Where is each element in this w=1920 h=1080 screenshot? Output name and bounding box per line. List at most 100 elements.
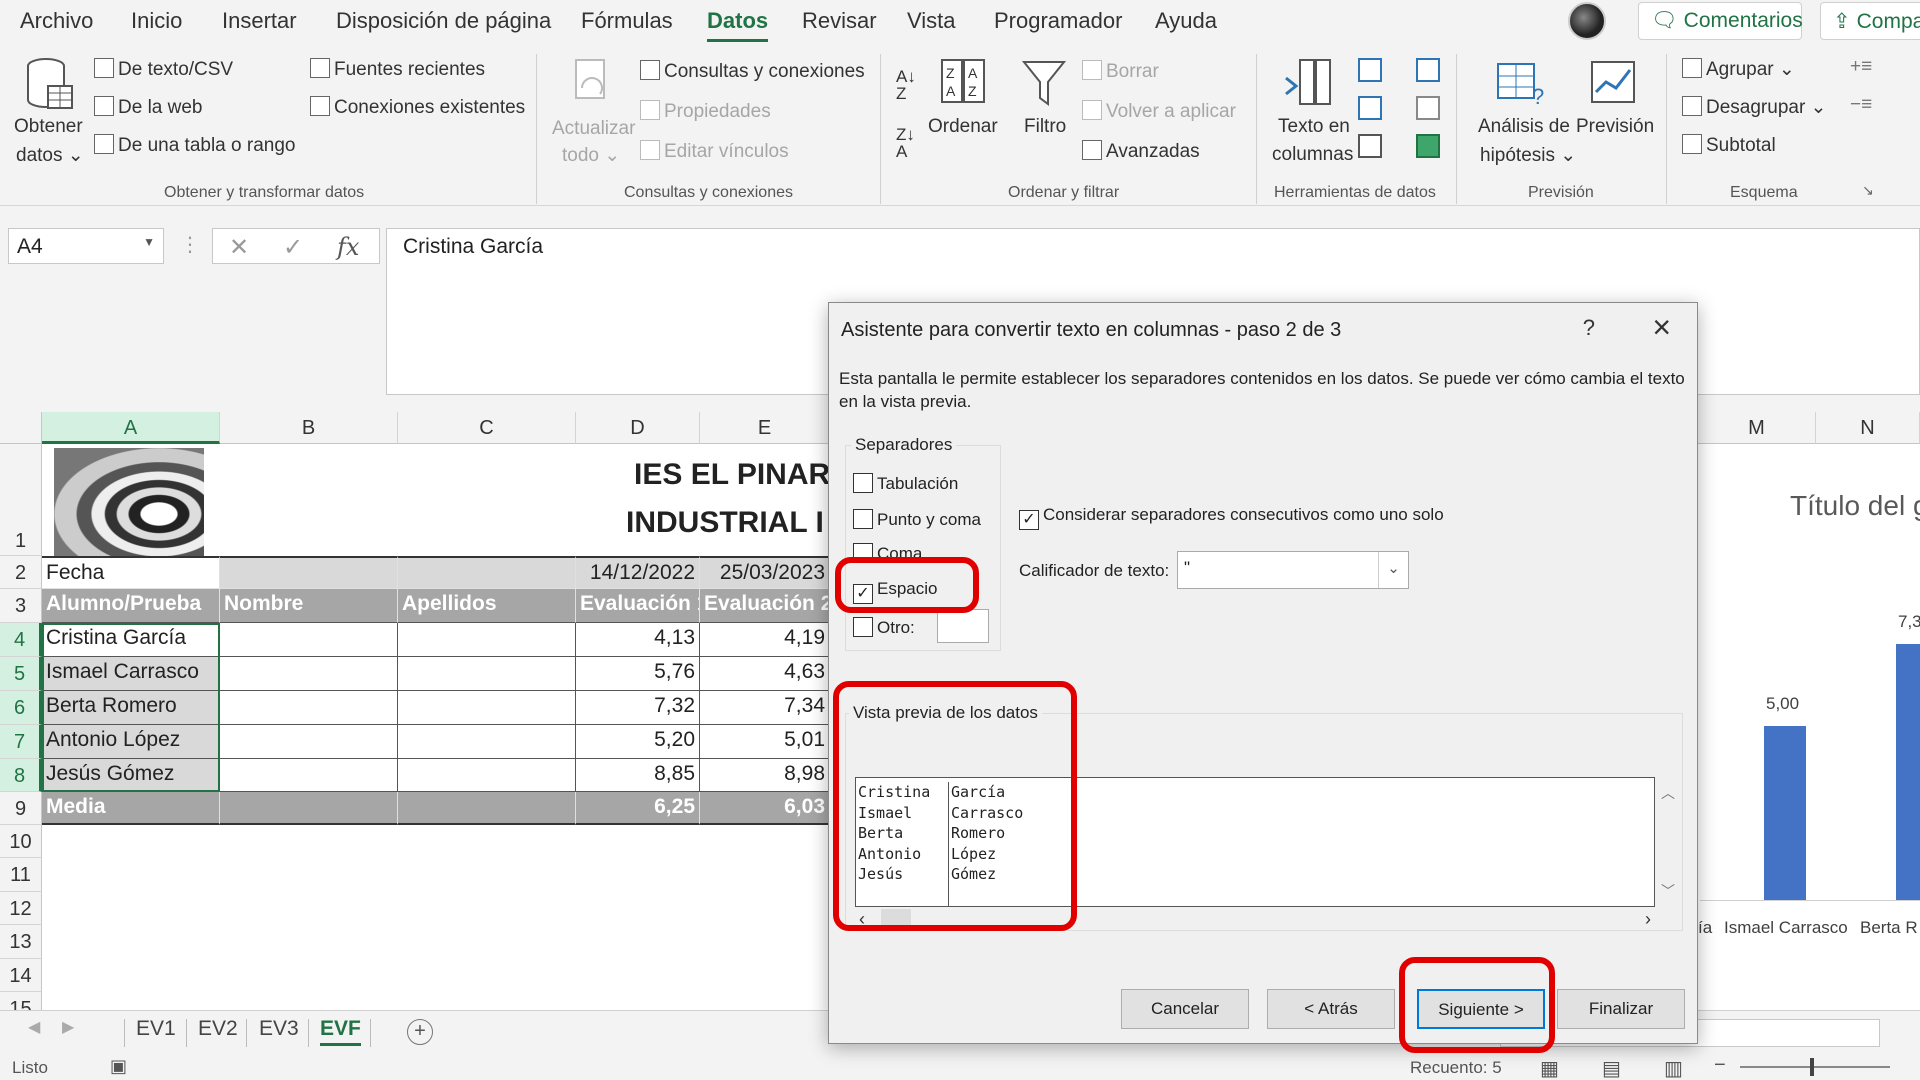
preview-column-2[interactable]: García Carrasco Romero López Gómez (949, 782, 1099, 885)
cell-b7[interactable] (220, 725, 398, 759)
checkbox-box[interactable] (853, 543, 873, 563)
recent-sources-button[interactable]: Fuentes recientes (310, 58, 485, 81)
add-sheet-icon[interactable]: + (407, 1019, 433, 1045)
row-header-1[interactable]: 1 (0, 444, 42, 556)
edit-links-button[interactable]: Editar vínculos (640, 140, 789, 163)
zoom-out-icon[interactable]: − (1714, 1054, 1726, 1077)
menu-ayuda[interactable]: Ayuda (1155, 8, 1217, 34)
clear-button[interactable]: Borrar (1082, 60, 1159, 83)
cell-c7[interactable] (398, 725, 576, 759)
cell-b4[interactable] (220, 623, 398, 657)
get-data-label2[interactable]: datos ⌄ (16, 144, 84, 167)
student-e1[interactable]: 4,13 (576, 623, 700, 657)
col-header-m[interactable]: M (1698, 412, 1816, 444)
scroll-thumb[interactable] (881, 909, 911, 931)
col-header-d[interactable]: D (576, 412, 700, 444)
queries-button[interactable]: Consultas y conexiones (640, 60, 865, 83)
remove-duplicates-icon[interactable] (1358, 96, 1382, 120)
preview-horizontal-scrollbar[interactable]: ‹ › (855, 907, 1655, 933)
header-evaluacion1[interactable]: Evaluación 1 (576, 589, 700, 623)
preview-column-1[interactable]: Cristina Ismael Berta Antonio Jesús (856, 782, 949, 906)
chart-title[interactable]: Título del g (1790, 490, 1920, 522)
cell-date1[interactable]: 14/12/2022 (576, 556, 700, 589)
row-header-8[interactable]: 8 (0, 759, 42, 792)
chart-bar[interactable] (1764, 726, 1806, 900)
existing-connections-button[interactable]: Conexiones existentes (310, 96, 525, 119)
menu-archivo[interactable]: Archivo (20, 8, 93, 34)
enter-icon[interactable]: ✓ (283, 233, 303, 262)
properties-button[interactable]: Propiedades (640, 100, 771, 123)
more-icon[interactable]: ⋮ (180, 232, 200, 257)
checkbox-box[interactable] (853, 617, 873, 637)
media-e1[interactable]: 6,25 (576, 792, 700, 825)
cell-c4[interactable] (398, 623, 576, 657)
macro-record-icon[interactable]: ▣ (110, 1056, 127, 1077)
student-name[interactable]: Berta Romero (42, 691, 220, 725)
reapply-button[interactable]: Volver a aplicar (1082, 100, 1236, 123)
text-to-columns-label1[interactable]: Texto en (1278, 116, 1350, 138)
row-header-11[interactable]: 11 (0, 858, 42, 892)
subtotal-button[interactable]: Subtotal (1682, 134, 1776, 157)
from-web-button[interactable]: De la web (94, 96, 203, 119)
menu-programador[interactable]: Programador (994, 8, 1122, 34)
tab-ev1[interactable]: EV1 (136, 1017, 176, 1041)
comma-checkbox[interactable]: Coma (853, 543, 922, 563)
menu-disposicion[interactable]: Disposición de página (336, 8, 551, 34)
row-header-12[interactable]: 12 (0, 892, 42, 925)
header-apellidos[interactable]: Apellidos (398, 589, 576, 623)
cell-b5[interactable] (220, 657, 398, 691)
close-icon[interactable]: × (1652, 309, 1671, 346)
cancel-icon[interactable]: ✕ (229, 233, 249, 262)
row-header-4[interactable]: 4 (0, 623, 42, 657)
menu-insertar[interactable]: Insertar (222, 8, 297, 34)
consecutive-checkbox[interactable]: ✓ Considerar separadores consecutivos com… (1019, 505, 1444, 530)
checkmark-icon[interactable]: ✓ (1019, 510, 1039, 530)
semicolon-checkbox[interactable]: Punto y coma (853, 509, 981, 530)
row-header-6[interactable]: 6 (0, 691, 42, 725)
row-header-5[interactable]: 5 (0, 657, 42, 691)
row-header-2[interactable]: 2 (0, 556, 42, 589)
checkmark-icon[interactable]: ✓ (853, 584, 873, 604)
tab-checkbox[interactable]: Tabulación (853, 473, 958, 494)
chevron-down-icon[interactable]: ﹀ (1661, 881, 1675, 901)
forecast-button[interactable]: Previsión (1576, 116, 1654, 138)
back-button[interactable]: < Atrás (1267, 989, 1395, 1029)
refresh-label1[interactable]: Actualizar (552, 118, 635, 140)
tab-evf[interactable]: EVF (320, 1017, 361, 1046)
checkbox-box[interactable] (853, 473, 873, 493)
student-e2[interactable]: 5,01 (700, 725, 830, 759)
media-e2[interactable]: 6,03 (700, 792, 830, 825)
row-header-7[interactable]: 7 (0, 725, 42, 759)
sort-button[interactable]: Ordenar (928, 116, 998, 138)
from-table-button[interactable]: De una tabla o rango (94, 134, 295, 157)
row-header-10[interactable]: 10 (0, 825, 42, 858)
cell-b9[interactable] (220, 792, 398, 825)
chevron-down-icon[interactable]: ⌄ (1378, 552, 1408, 588)
tab-scroll-left-icon[interactable]: ◀ (28, 1017, 40, 1037)
qualifier-select[interactable]: " ⌄ (1177, 551, 1409, 589)
refresh-label2[interactable]: todo ⌄ (562, 144, 620, 167)
select-all-corner[interactable] (0, 412, 42, 444)
cancel-button[interactable]: Cancelar (1121, 989, 1249, 1029)
cell-date2[interactable]: 25/03/2023 (700, 556, 830, 589)
preview-vertical-scrollbar[interactable]: ︿ ﹀ (1655, 777, 1681, 907)
other-separator-input[interactable] (937, 609, 989, 643)
zoom-slider[interactable] (1740, 1066, 1890, 1068)
chevron-left-icon[interactable]: ‹ (859, 909, 865, 930)
consolidate-icon[interactable] (1416, 58, 1440, 82)
flash-fill-icon[interactable] (1358, 58, 1382, 82)
chevron-down-icon[interactable]: ▼ (143, 235, 155, 249)
student-e2[interactable]: 4,63 (700, 657, 830, 691)
col-header-n[interactable]: N (1816, 412, 1920, 444)
data-preview[interactable]: Cristina Ismael Berta Antonio Jesús Garc… (855, 777, 1655, 907)
student-name[interactable]: Jesús Gómez (42, 759, 220, 792)
cell-c8[interactable] (398, 759, 576, 792)
other-checkbox[interactable]: Otro: (853, 617, 915, 638)
menu-formulas[interactable]: Fórmulas (581, 8, 673, 34)
student-e2[interactable]: 7,34 (700, 691, 830, 725)
space-checkbox[interactable]: ✓ Espacio (853, 579, 937, 604)
avatar[interactable] (1568, 2, 1606, 40)
group-button[interactable]: Agrupar ⌄ (1682, 58, 1795, 81)
sort-za-icon[interactable]: Z↓ A (896, 126, 915, 160)
what-if-label1[interactable]: Análisis de (1478, 116, 1570, 138)
